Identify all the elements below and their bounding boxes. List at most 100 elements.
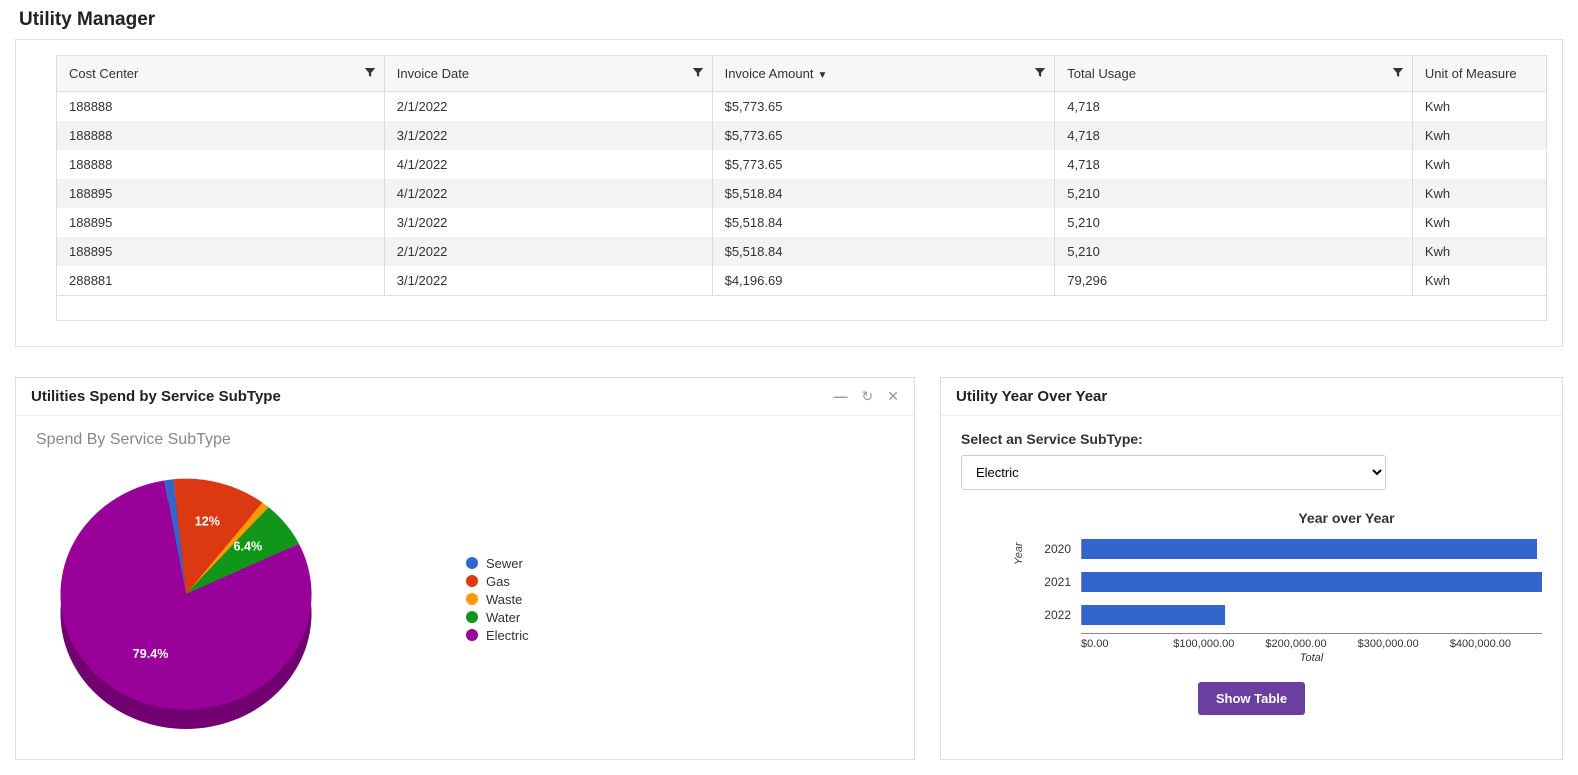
- table-cell: 188895: [57, 179, 385, 208]
- spend-card-title: Utilities Spend by Service SubType: [31, 388, 834, 405]
- table-cell: 5,210: [1055, 179, 1413, 208]
- table-cell: $5,518.84: [712, 237, 1055, 266]
- legend-label: Water: [486, 610, 520, 625]
- legend-label: Sewer: [486, 556, 523, 571]
- table-cell: $4,196.69: [712, 266, 1055, 295]
- table-cell: 4,718: [1055, 150, 1413, 179]
- column-header[interactable]: Invoice Amount▼: [712, 56, 1055, 92]
- table-cell: 5,210: [1055, 208, 1413, 237]
- table-cell: $5,518.84: [712, 179, 1055, 208]
- legend-swatch: [466, 575, 478, 587]
- table-cell: 3/1/2022: [384, 208, 712, 237]
- page-title: Utility Manager: [19, 9, 1563, 31]
- yoy-xtick: $0.00: [1081, 638, 1173, 650]
- grid-card: Cost CenterInvoice DateInvoice Amount▼To…: [15, 39, 1563, 347]
- yoy-card: Utility Year Over Year Select an Service…: [940, 377, 1563, 760]
- table-cell: 188888: [57, 92, 385, 121]
- show-table-button[interactable]: Show Table: [1198, 682, 1305, 715]
- grid-footer: [56, 296, 1547, 321]
- table-cell: Kwh: [1412, 92, 1546, 121]
- table-cell: 4/1/2022: [384, 179, 712, 208]
- table-cell: 188888: [57, 121, 385, 150]
- table-cell: Kwh: [1412, 237, 1546, 266]
- table-cell: 79,296: [1055, 266, 1413, 295]
- table-cell: Kwh: [1412, 266, 1546, 295]
- table-cell: Kwh: [1412, 179, 1546, 208]
- legend-label: Waste: [486, 592, 522, 607]
- table-row[interactable]: 1888952/1/2022$5,518.845,210Kwh: [57, 237, 1547, 266]
- grid-scroll[interactable]: 1888882/1/2022$5,773.654,718Kwh1888883/1…: [56, 92, 1547, 296]
- yoy-bar-row: 2022: [1031, 600, 1542, 630]
- table-cell: $5,773.65: [712, 92, 1055, 121]
- yoy-xtick: $400,000.00: [1450, 638, 1542, 650]
- filter-icon[interactable]: [1034, 66, 1046, 81]
- table-cell: 188888: [57, 150, 385, 179]
- legend-item[interactable]: Water: [466, 610, 529, 625]
- filter-icon[interactable]: [1392, 66, 1404, 81]
- yoy-chart: Year over Year Year 2020 2021 2022 $0.00$1…: [961, 510, 1542, 664]
- pie-slice-label: 79.4%: [133, 647, 169, 661]
- table-row[interactable]: 1888953/1/2022$5,518.845,210Kwh: [57, 208, 1547, 237]
- table-cell: 3/1/2022: [384, 121, 712, 150]
- table-cell: Kwh: [1412, 150, 1546, 179]
- yoy-xtick: $100,000.00: [1173, 638, 1265, 650]
- yoy-bar[interactable]: [1082, 539, 1537, 559]
- invoice-grid: Cost CenterInvoice DateInvoice Amount▼To…: [56, 55, 1547, 92]
- pie-slice-label: 12%: [195, 514, 220, 528]
- table-row[interactable]: 2888813/1/2022$4,196.6979,296Kwh: [57, 266, 1547, 295]
- pie-slice-label: 6.4%: [234, 540, 263, 554]
- table-cell: $5,518.84: [712, 208, 1055, 237]
- table-cell: 288881: [57, 266, 385, 295]
- sort-desc-icon: ▼: [817, 70, 827, 81]
- yoy-category-label: 2021: [1031, 575, 1081, 589]
- table-cell: 5,210: [1055, 237, 1413, 266]
- filter-icon[interactable]: [692, 66, 704, 81]
- table-cell: 188895: [57, 208, 385, 237]
- table-cell: 3/1/2022: [384, 266, 712, 295]
- legend-item[interactable]: Waste: [466, 592, 529, 607]
- filter-icon[interactable]: [364, 66, 376, 81]
- pie-legend: Sewer Gas Waste Water Electric: [466, 553, 529, 646]
- subtype-select[interactable]: Electric: [961, 455, 1386, 490]
- yoy-card-title: Utility Year Over Year: [956, 388, 1547, 405]
- legend-item[interactable]: Sewer: [466, 556, 529, 571]
- table-cell: 4,718: [1055, 92, 1413, 121]
- refresh-icon[interactable]: ↻: [862, 388, 874, 405]
- table-cell: 2/1/2022: [384, 92, 712, 121]
- legend-label: Gas: [486, 574, 510, 589]
- yoy-bar-row: 2021: [1031, 567, 1542, 597]
- column-header[interactable]: Total Usage: [1055, 56, 1413, 92]
- table-cell: Kwh: [1412, 121, 1546, 150]
- legend-swatch: [466, 557, 478, 569]
- table-cell: 188895: [57, 237, 385, 266]
- column-header[interactable]: Unit of Measure: [1412, 56, 1546, 92]
- table-cell: 2/1/2022: [384, 237, 712, 266]
- column-header[interactable]: Invoice Date: [384, 56, 712, 92]
- yoy-bar-row: 2020: [1031, 534, 1542, 564]
- table-row[interactable]: 1888883/1/2022$5,773.654,718Kwh: [57, 121, 1547, 150]
- legend-item[interactable]: Gas: [466, 574, 529, 589]
- close-icon[interactable]: ✕: [887, 388, 899, 405]
- table-row[interactable]: 1888954/1/2022$5,518.845,210Kwh: [57, 179, 1547, 208]
- minimize-icon[interactable]: —: [834, 388, 848, 405]
- legend-swatch: [466, 629, 478, 641]
- yoy-chart-title: Year over Year: [1031, 510, 1542, 526]
- table-row[interactable]: 1888882/1/2022$5,773.654,718Kwh: [57, 92, 1547, 121]
- table-cell: $5,773.65: [712, 121, 1055, 150]
- yoy-ylabel: Year: [1013, 542, 1025, 565]
- table-cell: $5,773.65: [712, 150, 1055, 179]
- yoy-bar[interactable]: [1082, 605, 1225, 625]
- legend-label: Electric: [486, 628, 529, 643]
- spend-card: Utilities Spend by Service SubType — ↻ ✕…: [15, 377, 915, 760]
- legend-swatch: [466, 611, 478, 623]
- legend-swatch: [466, 593, 478, 605]
- table-cell: 4,718: [1055, 121, 1413, 150]
- table-cell: Kwh: [1412, 208, 1546, 237]
- legend-item[interactable]: Electric: [466, 628, 529, 643]
- yoy-xtick: $300,000.00: [1358, 638, 1450, 650]
- yoy-bar[interactable]: [1082, 572, 1542, 592]
- column-header[interactable]: Cost Center: [57, 56, 385, 92]
- spend-subtitle: Spend By Service SubType: [36, 431, 894, 449]
- table-row[interactable]: 1888884/1/2022$5,773.654,718Kwh: [57, 150, 1547, 179]
- yoy-category-label: 2022: [1031, 608, 1081, 622]
